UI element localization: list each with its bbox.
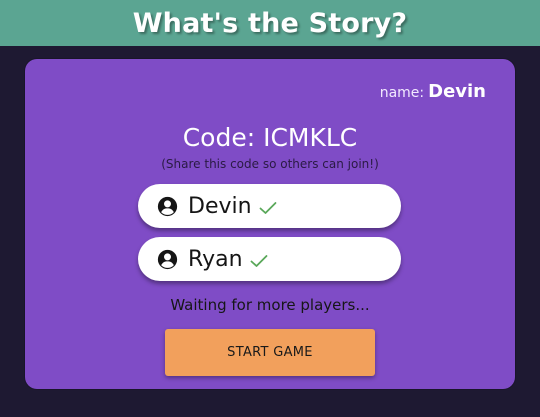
user-circle-icon — [157, 196, 178, 217]
player-name: Devin — [188, 193, 252, 219]
name-label: name: — [379, 85, 425, 101]
player-name: Ryan — [188, 246, 243, 272]
player-item: Ryan — [138, 237, 401, 281]
current-user-name: name: Devin — [380, 81, 486, 102]
app-header: What's the Story? — [0, 0, 540, 46]
user-circle-icon — [157, 249, 178, 270]
player-item: Devin — [138, 184, 401, 228]
checkmark-icon — [259, 201, 277, 215]
app-title: What's the Story? — [132, 7, 408, 39]
waiting-status: Waiting for more players... — [170, 296, 370, 314]
start-game-button[interactable]: START GAME — [165, 329, 375, 376]
game-code: Code: ICMKLC — [182, 123, 358, 152]
share-note: (Share this code so others can join!) — [161, 157, 379, 171]
lobby-card: name: Devin Code: ICMKLC (Share this cod… — [25, 59, 515, 389]
checkmark-icon — [250, 254, 268, 268]
name-value: Devin — [428, 81, 486, 102]
